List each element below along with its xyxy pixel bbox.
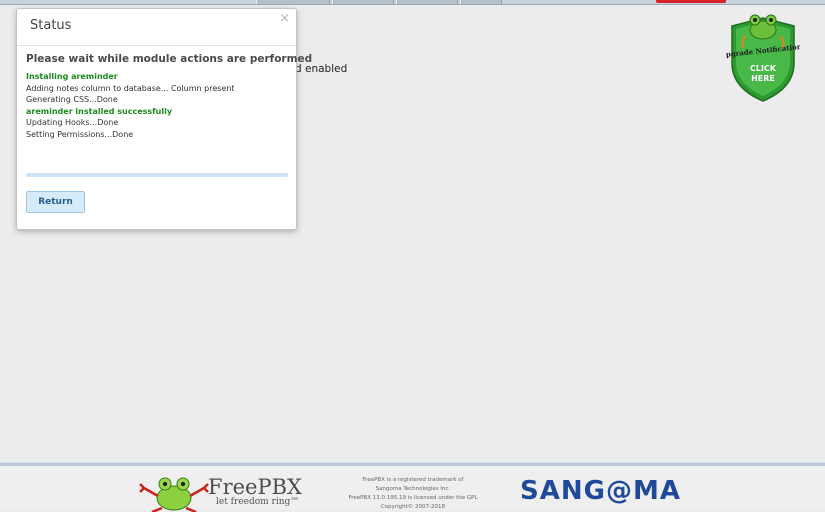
log-line: Generating CSS...Done	[26, 95, 118, 105]
legal-line: Copyright© 2007-2018	[380, 504, 446, 510]
return-button[interactable]: Return	[26, 191, 85, 213]
log-line-status: Installing areminder	[26, 72, 118, 81]
nav-tab[interactable]	[256, 0, 330, 4]
nav-tab[interactable]	[332, 0, 394, 4]
status-dialog: Status × Please wait while module action…	[16, 8, 312, 230]
top-nav-bar	[0, 0, 825, 5]
log-line-status: areminder installed successfully	[26, 106, 173, 116]
close-icon[interactable]: ×	[279, 11, 290, 27]
log-line: Setting Permissions...Done	[26, 129, 134, 139]
module-action-log: Installing areminder Adding notes column …	[26, 71, 235, 141]
nav-tab[interactable]	[396, 0, 458, 4]
sangoma-logo[interactable]: SANG@MA	[520, 476, 681, 506]
dialog-title: Status	[30, 18, 72, 33]
legal-line: Sangoma Technologies Inc.	[375, 486, 451, 492]
log-line: Updating Hooks...Done	[26, 118, 119, 128]
log-line: Adding notes column to database... Colum…	[26, 83, 235, 93]
freepbx-slogan: let freedom ring™	[216, 497, 300, 507]
nav-alert-indicator[interactable]	[656, 0, 726, 3]
legal-notice: FreePBX is a registered trademark of San…	[327, 476, 499, 512]
legal-line: FreePBX is a registered trademark of	[362, 477, 464, 483]
upgrade-notifications-badge[interactable]: Upgrade Notifications CLICK HERE	[726, 8, 800, 103]
badge-line3: HERE	[751, 74, 775, 83]
dialog-heading: Please wait while module actions are per…	[26, 53, 313, 65]
nav-tab[interactable]	[460, 0, 502, 4]
legal-line: FreePBX 13.0.195.19 is licensed under th…	[348, 495, 478, 501]
dialog-header: Status ×	[17, 9, 296, 46]
freepbx-logo-text[interactable]: FreePBX	[208, 475, 302, 499]
badge-line2: CLICK	[750, 64, 777, 73]
progress-bar	[26, 173, 288, 177]
